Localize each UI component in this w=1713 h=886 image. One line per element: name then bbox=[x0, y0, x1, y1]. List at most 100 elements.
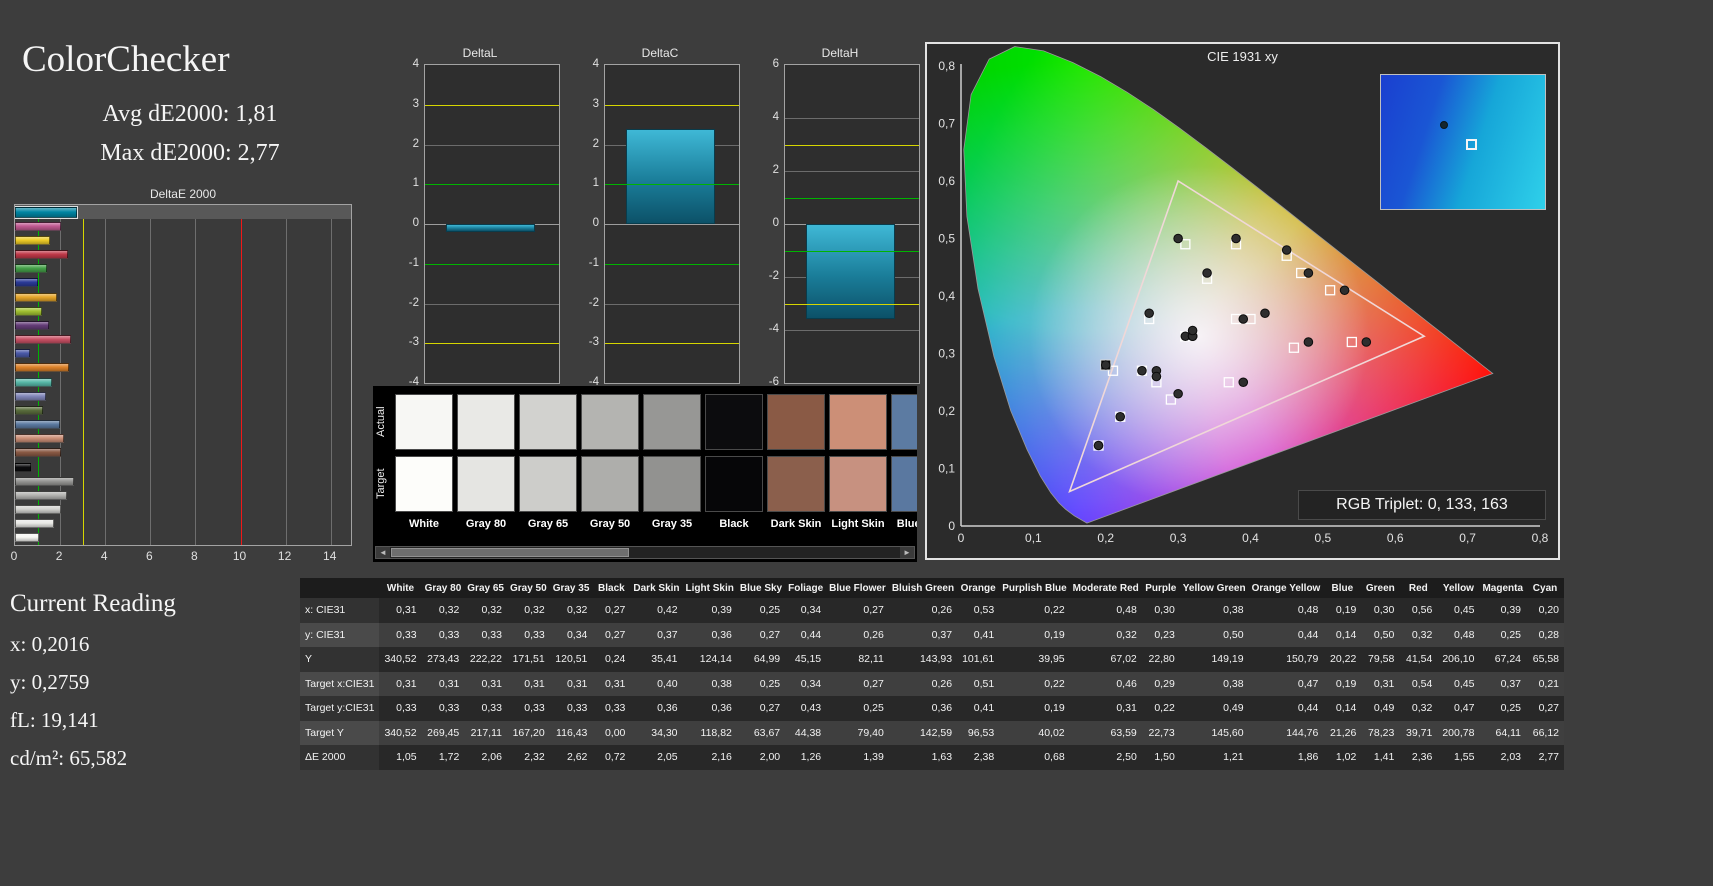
table-cell: 273,43 bbox=[421, 647, 465, 672]
table-cell: 149,19 bbox=[1179, 647, 1249, 672]
inset-target-point bbox=[1466, 139, 1478, 151]
deltae-bar-yellow-green[interactable] bbox=[15, 306, 43, 316]
y-tick-label: -2 bbox=[588, 296, 599, 309]
table-cell: 206,10 bbox=[1437, 647, 1480, 672]
x-tick-label: 0,4 bbox=[1242, 531, 1259, 545]
table-cell: 0,36 bbox=[888, 696, 958, 721]
table-col-header-blue-sky: Blue Sky bbox=[736, 578, 786, 598]
table-cell: 200,78 bbox=[1437, 720, 1480, 745]
deltae-bar-yellow[interactable] bbox=[15, 235, 50, 245]
table-cell: 0,32 bbox=[1399, 696, 1438, 721]
reference-line bbox=[785, 144, 919, 146]
table-cell: 0,51 bbox=[957, 671, 1000, 696]
table-row--e-2000: ΔE 2000 1,05 1,72 2,06 2,32 2,62 0,72 2,05 2,16 2… bbox=[300, 745, 1565, 770]
patch-name-label: Gray 65 bbox=[527, 518, 569, 530]
actual-swatch-gray-65[interactable] bbox=[519, 394, 577, 450]
deltae-bar-foliage[interactable] bbox=[15, 405, 44, 415]
actual-swatch-gray-35[interactable] bbox=[643, 394, 701, 450]
actual-swatch-light-skin[interactable] bbox=[829, 394, 887, 450]
target-swatch-blue-sky[interactable] bbox=[891, 456, 917, 512]
y-tick-label: -2 bbox=[768, 270, 779, 282]
deltae-bar-bluish-green[interactable] bbox=[15, 377, 52, 387]
deltae-bar-red[interactable] bbox=[15, 250, 69, 260]
table-cell: 0,19 bbox=[1323, 671, 1362, 696]
target-swatch-black[interactable] bbox=[705, 456, 763, 512]
deltae-bar-light-skin[interactable] bbox=[15, 434, 64, 444]
target-swatch-light-skin[interactable] bbox=[829, 456, 887, 512]
actual-swatch-black[interactable] bbox=[705, 394, 763, 450]
table-cell: 0,49 bbox=[1179, 696, 1249, 721]
table-cell: 0,33 bbox=[464, 696, 507, 721]
deltae-bar-moderate-red[interactable] bbox=[15, 335, 72, 345]
patch-name-label: Light Skin bbox=[831, 518, 885, 530]
deltae-bar-gray-35[interactable] bbox=[15, 476, 75, 486]
patch-name-label: Blue Sky bbox=[896, 518, 917, 530]
target-swatch-gray-50[interactable] bbox=[581, 456, 639, 512]
target-swatch-white[interactable] bbox=[395, 456, 453, 512]
actual-swatch-dark-skin[interactable] bbox=[767, 394, 825, 450]
target-swatch-dark-skin[interactable] bbox=[767, 456, 825, 512]
scroll-left-button[interactable]: ◄ bbox=[376, 547, 390, 558]
deltae-bar-cyan[interactable] bbox=[15, 206, 78, 218]
table-cell: 0,49 bbox=[1361, 696, 1400, 721]
table-col-header-bluish-green: Bluish Green bbox=[888, 578, 958, 598]
table-cell: 0,44 bbox=[1248, 696, 1324, 721]
table-col-header-light-skin: Light Skin bbox=[682, 578, 737, 598]
y-tick-label: -1 bbox=[408, 256, 419, 269]
deltae-bar-black[interactable] bbox=[15, 462, 32, 472]
target-swatch-gray-80[interactable] bbox=[457, 456, 515, 512]
actual-swatch-gray-80[interactable] bbox=[457, 394, 515, 450]
actual-swatch-blue-sky[interactable] bbox=[891, 394, 917, 450]
deltae-bar-blue-flower[interactable] bbox=[15, 391, 47, 401]
y-tick-label: 2 bbox=[592, 137, 599, 150]
y-tick-label: 0,3 bbox=[938, 347, 955, 361]
table-cell: 0,31 bbox=[592, 671, 631, 696]
table-cell: 0,00 bbox=[592, 720, 631, 745]
deltae-bar-white[interactable] bbox=[15, 533, 39, 543]
table-cell: 116,43 bbox=[549, 720, 593, 745]
measured-point bbox=[1260, 308, 1270, 319]
actual-swatch-white[interactable] bbox=[395, 394, 453, 450]
table-col-header-red: Red bbox=[1399, 578, 1438, 598]
table-cell: 79,40 bbox=[826, 720, 889, 745]
y-tick-label: -2 bbox=[408, 296, 419, 309]
scrollbar-thumb[interactable] bbox=[391, 548, 629, 557]
gridline bbox=[425, 303, 559, 305]
y-tick-label: 0,1 bbox=[938, 462, 955, 476]
target-swatch-gray-35[interactable] bbox=[643, 456, 701, 512]
table-col-header-gray-35: Gray 35 bbox=[549, 578, 593, 598]
deltae-bar-green[interactable] bbox=[15, 264, 47, 274]
cie-title: CIE 1931 xy bbox=[1207, 49, 1278, 64]
deltae-bar-orange-yellow[interactable] bbox=[15, 292, 57, 302]
gridline bbox=[605, 224, 739, 225]
gridline bbox=[195, 205, 197, 545]
table-cell: 44,38 bbox=[785, 720, 827, 745]
table-cell: 0,50 bbox=[1361, 622, 1400, 647]
deltae-bar-gray-80[interactable] bbox=[15, 519, 54, 529]
deltae-bar-purplish-blue[interactable] bbox=[15, 349, 31, 359]
deltae-bar-purple[interactable] bbox=[15, 320, 49, 330]
deltae-bar-magenta[interactable] bbox=[15, 221, 61, 231]
x-tick-label: 2 bbox=[55, 549, 63, 563]
y-tick-label: 4 bbox=[592, 58, 599, 70]
deltae-bar-gray-65[interactable] bbox=[15, 505, 62, 515]
table-cell: 222,22 bbox=[464, 647, 507, 672]
scroll-right-button[interactable]: ► bbox=[900, 547, 914, 558]
deltae-bar-blue-sky[interactable] bbox=[15, 420, 61, 430]
table-cell: 67,24 bbox=[1479, 647, 1527, 672]
actual-swatch-gray-50[interactable] bbox=[581, 394, 639, 450]
table-cell: 21,26 bbox=[1323, 720, 1362, 745]
patch-strip-scrollbar[interactable]: ◄ ► bbox=[375, 546, 915, 559]
x-tick-label: 0,6 bbox=[1387, 531, 1404, 545]
table-cell: 0,20 bbox=[1526, 598, 1565, 623]
table-col-header-purplish-blue: Purplish Blue bbox=[999, 578, 1070, 598]
deltae-bar-blue[interactable] bbox=[15, 278, 38, 288]
deltae-bar-orange[interactable] bbox=[15, 363, 69, 373]
table-col-header-cyan: Cyan bbox=[1526, 578, 1565, 598]
deltae-bar-gray-50[interactable] bbox=[15, 490, 68, 500]
target-swatch-gray-65[interactable] bbox=[519, 456, 577, 512]
table-col-header-dark-skin: Dark Skin bbox=[630, 578, 683, 598]
table-cell: 0,27 bbox=[736, 622, 786, 647]
deltae-bar-dark-skin[interactable] bbox=[15, 448, 62, 458]
reference-line bbox=[605, 184, 739, 186]
